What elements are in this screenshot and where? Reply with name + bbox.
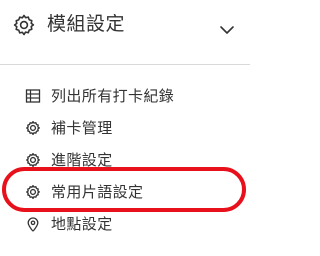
menu-item-label: 列出所有打卡紀錄 bbox=[51, 87, 175, 105]
menu-item-common-phrases[interactable]: 常用片語設定 bbox=[0, 176, 250, 208]
gear-icon bbox=[26, 153, 40, 167]
menu-item-advanced-settings[interactable]: 進階設定 bbox=[0, 144, 250, 176]
menu-item-label: 進階設定 bbox=[51, 151, 113, 169]
menu-item-label: 常用片語設定 bbox=[51, 183, 144, 201]
page-title: 模組設定 bbox=[47, 13, 126, 35]
gear-icon bbox=[26, 121, 40, 135]
gear-icon bbox=[13, 14, 35, 36]
chevron-down-icon[interactable] bbox=[219, 24, 235, 36]
menu-item-label: 補卡管理 bbox=[51, 119, 113, 137]
location-pin-icon bbox=[27, 217, 39, 232]
module-settings-header[interactable]: 模組設定 bbox=[0, 0, 250, 64]
menu-item-location-settings[interactable]: 地點設定 bbox=[0, 208, 250, 240]
menu-item-punch-correction[interactable]: 補卡管理 bbox=[0, 112, 250, 144]
menu-item-list-all-records[interactable]: 列出所有打卡紀錄 bbox=[0, 80, 250, 112]
menu-item-label: 地點設定 bbox=[51, 215, 113, 233]
table-icon bbox=[25, 89, 41, 103]
header-divider bbox=[0, 64, 250, 65]
settings-panel: 模組設定 列出所有打卡紀錄 補卡管理 進階設定 常用片語設定 地點設定 bbox=[0, 0, 250, 256]
gear-icon bbox=[26, 185, 40, 199]
